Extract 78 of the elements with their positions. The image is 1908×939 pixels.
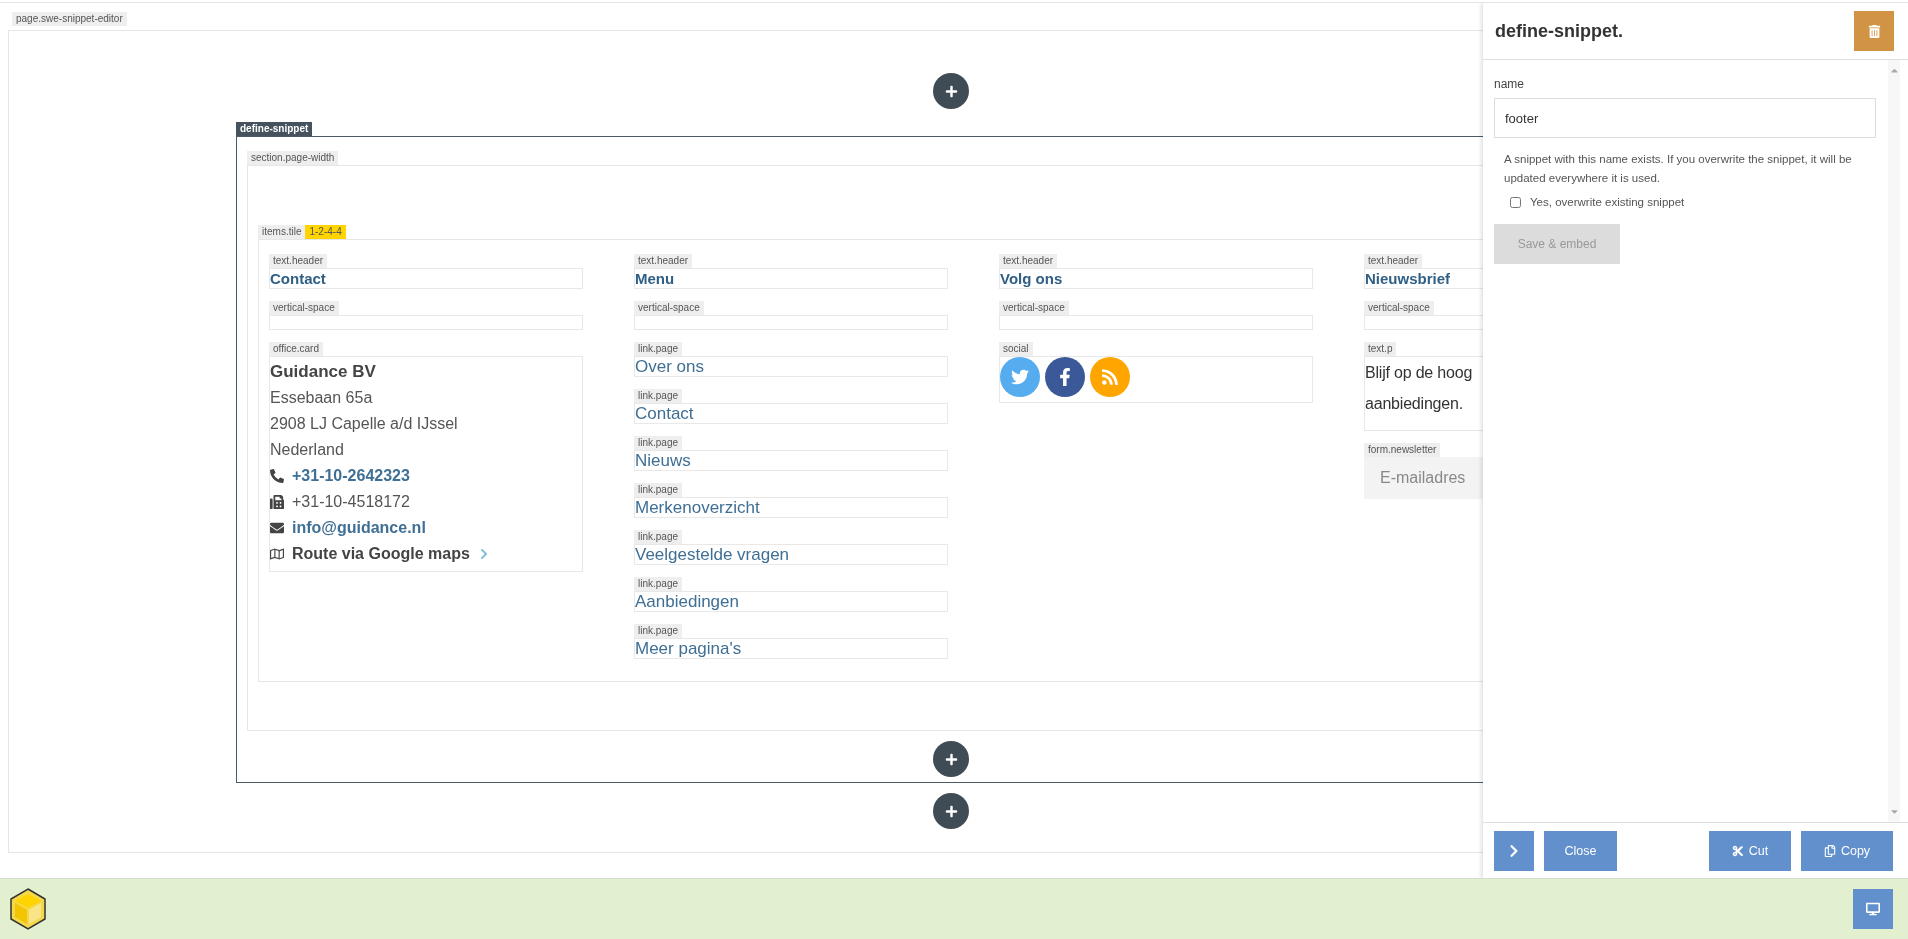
block-tag: vertical-space	[269, 301, 339, 315]
page-link[interactable]: Over ons	[634, 356, 948, 377]
copy-button[interactable]: Copy	[1801, 831, 1893, 871]
block-tag: link.page	[634, 483, 683, 497]
plus-icon	[944, 804, 958, 818]
add-button[interactable]	[933, 793, 969, 829]
expand-button[interactable]	[1494, 831, 1534, 871]
facebook-button[interactable]	[1045, 357, 1085, 397]
add-button[interactable]	[933, 73, 969, 109]
cube-logo-icon[interactable]	[10, 888, 46, 931]
page-tag: page.swe-snippet-editor	[12, 12, 127, 26]
block-tag: text.p	[1364, 342, 1397, 356]
email-link[interactable]: info@guidance.nl	[292, 519, 426, 537]
close-button[interactable]: Close	[1544, 831, 1617, 871]
column-heading: Menu	[634, 268, 948, 289]
block-tag: text.header	[999, 254, 1058, 268]
section-tag: section.page-width	[247, 151, 339, 165]
block-tag: link.page	[634, 530, 683, 544]
scrollbar[interactable]	[1888, 60, 1900, 822]
paragraph-line: aanbiedingen.	[1365, 394, 1463, 414]
block-tag: text.header	[634, 254, 693, 268]
page-link[interactable]: Veelgestelde vragen	[634, 544, 948, 565]
page-link[interactable]: Merkenoverzicht	[634, 497, 948, 518]
route-link[interactable]: Route via Google maps	[292, 545, 470, 563]
block-tag: social	[999, 342, 1033, 356]
add-button[interactable]	[933, 741, 969, 777]
paragraph-line: Blijf op de hoog	[1365, 363, 1473, 383]
envelope-icon	[270, 521, 284, 535]
map-icon	[270, 547, 284, 561]
rss-icon	[1101, 368, 1119, 386]
layout-badge: 1-2-4-4	[305, 225, 346, 239]
snippet-tag: define-snippet	[236, 122, 313, 136]
address-line: Essebaan 65a	[270, 388, 374, 408]
column-heading: Contact	[269, 268, 583, 289]
bird-button[interactable]	[1000, 357, 1040, 397]
monitor-icon	[1866, 902, 1880, 917]
block-tag: link.page	[634, 389, 683, 403]
scissors-icon	[1731, 845, 1744, 857]
tile-tag: items.tile	[258, 225, 306, 239]
name-field[interactable]: footer	[1494, 98, 1876, 138]
page-link[interactable]: Aanbiedingen	[634, 591, 948, 612]
block-tag: office.card	[269, 342, 323, 356]
desktop-preview-button[interactable]	[1853, 889, 1893, 930]
rss-button[interactable]	[1090, 357, 1130, 397]
page-link[interactable]: Meer pagina's	[634, 638, 948, 659]
phone-link[interactable]: +31-10-2642323	[292, 467, 410, 485]
cut-button[interactable]: Cut	[1709, 831, 1791, 871]
overwrite-checkbox[interactable]	[1510, 196, 1521, 208]
bird-icon	[1011, 368, 1029, 386]
page-link[interactable]: Nieuws	[634, 450, 948, 471]
phone-icon	[270, 469, 284, 483]
notice-text: A snippet with this name exists. If you overwrite the snippet, it will be updated everywhere it is used.	[1504, 152, 1853, 186]
email-field[interactable]: E-mailadres	[1364, 457, 1483, 499]
address-line: Nederland	[270, 440, 345, 460]
checkbox-label: Yes, overwrite existing snippet	[1530, 196, 1685, 208]
plus-icon	[944, 84, 958, 98]
copy-icon	[1823, 845, 1836, 857]
delete-button[interactable]	[1854, 11, 1894, 51]
page-link[interactable]: Contact	[634, 403, 948, 424]
company-name: Guidance BV	[270, 361, 377, 383]
field-label: name	[1494, 77, 1526, 91]
block-tag: link.page	[634, 577, 683, 591]
block-tag: vertical-space	[1364, 301, 1434, 315]
block-tag: text.header	[1364, 254, 1423, 268]
block-tag: vertical-space	[634, 301, 704, 315]
panel-title: define-snippet.	[1495, 20, 1623, 42]
block-tag: vertical-space	[999, 301, 1069, 315]
address-line: 2908 LJ Capelle a/d IJssel	[270, 414, 459, 434]
column-heading: Volg ons	[999, 268, 1313, 289]
block-tag: link.page	[634, 624, 683, 638]
block-tag: text.header	[269, 254, 328, 268]
plus-icon	[944, 752, 958, 766]
block-tag: form.newsletter	[1364, 443, 1441, 457]
trash-icon	[1867, 24, 1881, 38]
fax-icon	[270, 495, 284, 509]
block-tag: link.page	[634, 436, 683, 450]
block-tag: link.page	[634, 342, 683, 356]
fax-number: +31-10-4518172	[292, 493, 410, 511]
